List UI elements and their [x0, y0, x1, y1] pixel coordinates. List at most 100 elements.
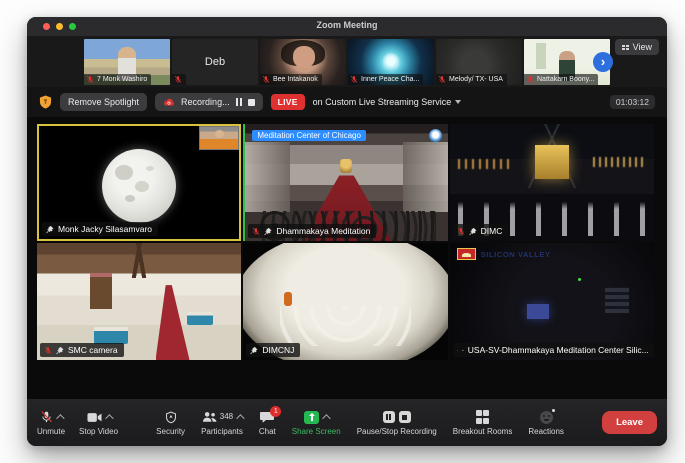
- video-tile-dhammakaya-meditation[interactable]: Meditation Center of Chicago Dhammakaya …: [243, 124, 448, 241]
- room-video: [527, 303, 550, 319]
- mic-muted-icon: [262, 75, 270, 83]
- recording-status-label: Recording...: [181, 97, 230, 107]
- participant-name: Bee Intakanok: [273, 75, 318, 83]
- video-tile-smc-camera[interactable]: SMC camera: [37, 243, 242, 360]
- video-tile-usa-sv[interactable]: SILICON VALLEY USA-SV-Dhammakaya Meditat…: [449, 243, 654, 360]
- stop-video-label: Stop Video: [79, 426, 119, 436]
- chevron-down-icon: [455, 100, 462, 104]
- room-video: [155, 285, 190, 360]
- unmute-label: Unmute: [37, 426, 66, 436]
- tile-name-label: DIMC: [452, 224, 509, 238]
- logo-text: SILICON VALLEY: [480, 249, 551, 259]
- mic-muted-icon: [174, 75, 182, 83]
- breakout-rooms-button[interactable]: Breakout Rooms: [453, 410, 512, 436]
- participants-label: Participants: [201, 426, 243, 436]
- share-screen-icon: [304, 410, 320, 424]
- video-camera-icon: [86, 412, 102, 422]
- room-video: [534, 145, 569, 180]
- remove-spotlight-button[interactable]: Remove Spotlight: [60, 93, 148, 111]
- video-grid-area: Monk Jacky Silasamvaro Meditation Center…: [27, 117, 667, 399]
- meeting-toolbar: Unmute Stop Video Security 348 Participa…: [27, 399, 667, 446]
- meeting-timer: 01:03:12: [609, 95, 655, 109]
- mic-muted-icon: [253, 227, 260, 235]
- live-destination-label: on Custom Live Streaming Service: [312, 97, 452, 107]
- participants-count: 348: [219, 412, 234, 421]
- participant-video: [292, 45, 316, 68]
- participant-label: Inner Peace Cha...: [348, 73, 424, 85]
- zoom-meeting-window: Zoom Meeting 7 Monk Washiro Deb Bee Inta…: [27, 17, 667, 446]
- meeting-status-bar: Remove Spotlight Recording... LIVE on Cu…: [27, 87, 667, 117]
- thumbnail-inner-peace[interactable]: Inner Peace Cha...: [348, 38, 434, 85]
- participant-name: Deb: [204, 55, 226, 68]
- thumbnail-melody[interactable]: Melody/ TX- USA: [436, 38, 522, 85]
- share-screen-button[interactable]: Share Screen: [292, 410, 341, 436]
- cloud-recording-icon: [164, 98, 174, 105]
- chevron-up-icon[interactable]: [236, 414, 245, 423]
- video-tile-dimcnj[interactable]: DIMCNJ: [243, 243, 448, 360]
- participant-video: [383, 52, 399, 69]
- chevron-up-icon[interactable]: [104, 414, 114, 423]
- room-video: [90, 273, 113, 310]
- next-participants-button[interactable]: ›: [593, 52, 613, 72]
- stop-video-button[interactable]: Stop Video: [79, 410, 118, 436]
- pause-stop-recording-button[interactable]: Pause/Stop Recording: [357, 410, 437, 436]
- room-video: [245, 141, 290, 212]
- mic-muted-icon: [350, 75, 358, 83]
- video-grid: Monk Jacky Silasamvaro Meditation Center…: [37, 124, 654, 360]
- thumbnail-bee-intakanok[interactable]: Bee Intakanok: [260, 38, 346, 85]
- recording-controls: Recording...: [155, 93, 263, 111]
- security-label: Security: [156, 426, 186, 436]
- pause-recording-icon[interactable]: [235, 98, 242, 106]
- picture-in-picture-video: [199, 126, 240, 150]
- mic-muted-icon: [438, 75, 446, 83]
- mic-muted-icon: [457, 227, 464, 235]
- live-destination-dropdown[interactable]: on Custom Live Streaming Service: [313, 97, 462, 107]
- pin-icon: [46, 225, 54, 233]
- stop-recording-icon[interactable]: [247, 98, 255, 106]
- titlebar: Zoom Meeting: [27, 17, 667, 36]
- unmute-button[interactable]: Unmute: [37, 410, 65, 436]
- thumbnail-deb[interactable]: Deb: [172, 38, 258, 85]
- room-video: [280, 306, 411, 346]
- video-tile-dimc[interactable]: DIMC: [449, 124, 654, 241]
- participant-name: Melody/ TX- USA: [449, 75, 503, 83]
- leave-button[interactable]: Leave: [602, 411, 657, 434]
- tile-name-label: USA-SV-Dhammakaya Meditation Center Sili…: [452, 343, 654, 357]
- participant-video: [536, 43, 547, 70]
- chat-unread-badge: 1: [270, 406, 282, 417]
- participants-icon: [202, 412, 217, 422]
- mic-muted-icon: [41, 411, 52, 423]
- reactions-smiley-icon: [539, 408, 555, 424]
- tile-name-label: Dhammakaya Meditation: [248, 224, 377, 238]
- room-video: [340, 159, 353, 174]
- moon-video: [102, 148, 177, 223]
- center-logo-icon: [428, 129, 442, 142]
- security-button[interactable]: Security: [156, 410, 185, 436]
- pause-recording-icon[interactable]: [382, 411, 395, 423]
- view-button[interactable]: View: [614, 39, 659, 55]
- pin-icon: [250, 346, 258, 354]
- view-button-label: View: [632, 42, 652, 52]
- room-video: [578, 278, 582, 282]
- stop-recording-icon[interactable]: [398, 411, 411, 423]
- participant-label: Melody/ TX- USA: [436, 73, 507, 85]
- participants-button[interactable]: 348 Participants: [201, 410, 245, 436]
- meeting-info-shield-icon[interactable]: [39, 95, 52, 109]
- pin-icon: [56, 346, 64, 354]
- room-video: [284, 292, 293, 307]
- chat-label: Chat: [258, 426, 276, 436]
- chevron-up-icon[interactable]: [56, 414, 65, 423]
- room-video: [403, 141, 448, 212]
- video-tile-monk-jacky[interactable]: Monk Jacky Silasamvaro: [37, 124, 242, 241]
- chevron-up-icon[interactable]: [322, 414, 331, 423]
- pause-stop-recording-label: Pause/Stop Recording: [356, 426, 437, 436]
- remove-spotlight-label: Remove Spotlight: [68, 97, 140, 107]
- participant-filmstrip: 7 Monk Washiro Deb Bee Intakanok Inner P…: [27, 36, 667, 87]
- participant-name: Nattakarn Boony...: [537, 75, 595, 83]
- chat-button[interactable]: 1 Chat: [258, 406, 282, 436]
- reactions-button[interactable]: Reactions: [528, 408, 564, 436]
- window-title: Zoom Meeting: [316, 20, 378, 30]
- participant-name: 7 Monk Washiro: [97, 75, 148, 83]
- thumbnail-monk-washiro[interactable]: 7 Monk Washiro: [84, 38, 170, 85]
- participant-label: Bee Intakanok: [260, 73, 322, 85]
